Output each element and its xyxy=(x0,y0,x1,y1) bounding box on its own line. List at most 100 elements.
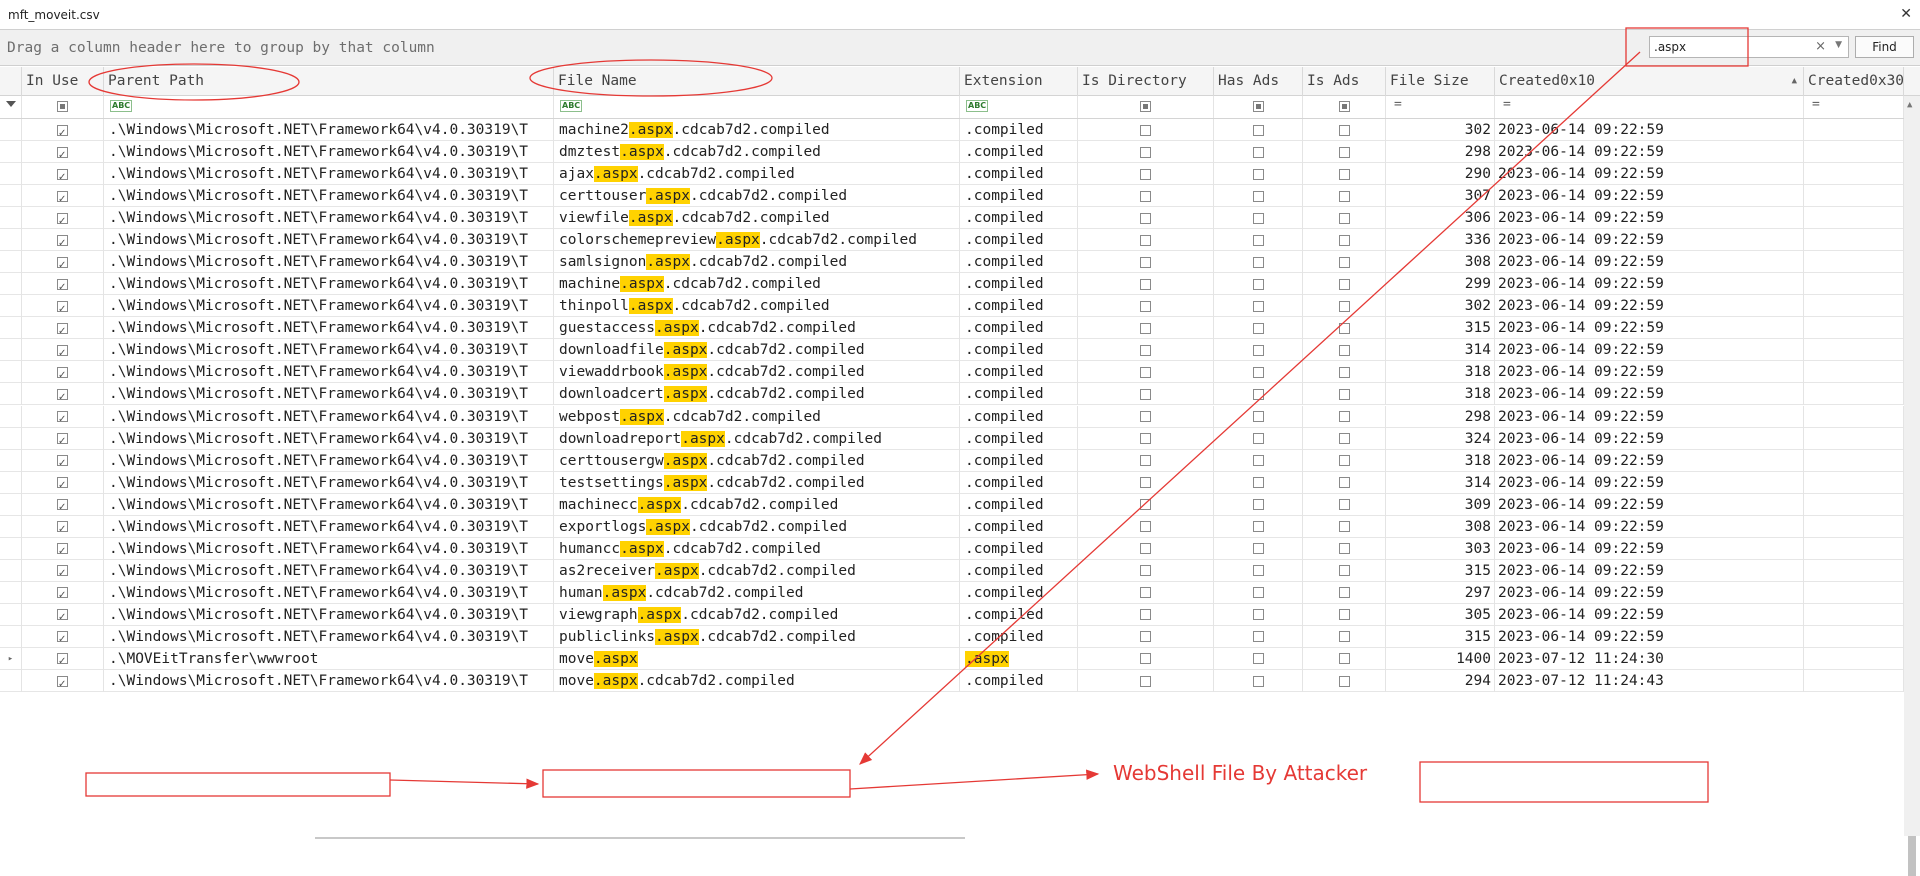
cell-isdir[interactable] xyxy=(1078,449,1214,472)
cell-hasads[interactable] xyxy=(1214,295,1303,318)
cell-isdir[interactable] xyxy=(1078,559,1214,582)
cell-path[interactable]: .\Windows\Microsoft.NET\Framework64\v4.0… xyxy=(104,317,554,340)
hasads-checkbox[interactable] xyxy=(1252,388,1264,400)
cell-created30[interactable] xyxy=(1804,647,1904,670)
filter-checkbox[interactable] xyxy=(1338,101,1350,112)
cell-size[interactable]: 307 xyxy=(1386,185,1495,208)
isdir-checkbox[interactable] xyxy=(1140,124,1151,136)
close-icon[interactable]: ✕ xyxy=(1900,6,1912,22)
cell-size[interactable]: 297 xyxy=(1386,581,1495,604)
isads-checkbox[interactable] xyxy=(1338,212,1350,224)
cell-ext[interactable]: .compiled xyxy=(960,229,1078,252)
cell-isdir[interactable] xyxy=(1078,670,1214,692)
cell-name[interactable]: certtouser.aspx.cdcab7d2.compiled xyxy=(554,185,960,208)
filter-icon[interactable] xyxy=(0,96,22,118)
cell-created30[interactable] xyxy=(1804,207,1904,230)
cell-size[interactable]: 298 xyxy=(1386,405,1495,428)
cell-isdir[interactable] xyxy=(1078,185,1214,208)
cell-created30[interactable] xyxy=(1804,471,1904,494)
cell-size[interactable]: 314 xyxy=(1386,471,1495,494)
filter-cell-has-ads[interactable] xyxy=(1214,96,1303,118)
isads-checkbox[interactable] xyxy=(1338,587,1350,599)
in-use-checkbox[interactable] xyxy=(57,585,68,604)
hasads-checkbox[interactable] xyxy=(1252,168,1264,180)
isads-checkbox[interactable] xyxy=(1338,124,1350,136)
hasads-checkbox[interactable] xyxy=(1252,455,1264,467)
cell-hasads[interactable] xyxy=(1214,515,1303,538)
cell-isdir[interactable] xyxy=(1078,119,1214,141)
cell-hasads[interactable] xyxy=(1214,251,1303,274)
row-indicator[interactable] xyxy=(0,229,22,252)
cell-size[interactable]: 298 xyxy=(1386,141,1495,164)
isads-checkbox[interactable] xyxy=(1338,411,1350,423)
in-use-checkbox[interactable] xyxy=(57,607,68,626)
cell-name[interactable]: viewaddrbook.aspx.cdcab7d2.compiled xyxy=(554,361,960,384)
column-header-created0x10[interactable]: Created0x10 ▲ xyxy=(1495,67,1804,96)
hasads-checkbox[interactable] xyxy=(1252,300,1264,312)
cell-size[interactable]: 290 xyxy=(1386,163,1495,186)
hasads-checkbox[interactable] xyxy=(1252,190,1264,202)
hasads-checkbox[interactable] xyxy=(1252,653,1264,665)
isdir-checkbox[interactable] xyxy=(1140,212,1151,224)
cell-created30[interactable] xyxy=(1804,427,1904,450)
cell-isads[interactable] xyxy=(1303,339,1386,362)
cell-size[interactable]: 315 xyxy=(1386,317,1495,340)
cell-path[interactable]: .\Windows\Microsoft.NET\Framework64\v4.0… xyxy=(104,559,554,582)
isads-checkbox[interactable] xyxy=(1338,278,1350,290)
vertical-scrollbar[interactable]: ▲ xyxy=(1904,96,1920,876)
cell-inuse[interactable] xyxy=(22,383,104,406)
cell-name[interactable]: downloadreport.aspx.cdcab7d2.compiled xyxy=(554,427,960,450)
in-use-checkbox[interactable] xyxy=(57,365,68,383)
cell-hasads[interactable] xyxy=(1214,141,1303,164)
cell-created30[interactable] xyxy=(1804,361,1904,384)
isdir-checkbox[interactable] xyxy=(1140,653,1151,665)
hasads-checkbox[interactable] xyxy=(1252,124,1264,136)
cell-path[interactable]: .\Windows\Microsoft.NET\Framework64\v4.0… xyxy=(104,339,554,362)
cell-path[interactable]: .\Windows\Microsoft.NET\Framework64\v4.0… xyxy=(104,163,554,186)
cell-isdir[interactable] xyxy=(1078,493,1214,516)
scroll-up-icon[interactable]: ▲ xyxy=(1907,100,1912,110)
table-row[interactable]: .\Windows\Microsoft.NET\Framework64\v4.0… xyxy=(0,273,1904,296)
cell-created[interactable]: 2023-06-14 09:22:59 xyxy=(1495,229,1804,252)
cell-created30[interactable] xyxy=(1804,581,1904,604)
table-row[interactable]: .\Windows\Microsoft.NET\Framework64\v4.0… xyxy=(0,493,1904,516)
cell-name[interactable]: downloadfile.aspx.cdcab7d2.compiled xyxy=(554,339,960,362)
cell-hasads[interactable] xyxy=(1214,317,1303,340)
cell-isdir[interactable] xyxy=(1078,625,1214,648)
cell-size[interactable]: 308 xyxy=(1386,251,1495,274)
cell-created[interactable]: 2023-06-14 09:22:59 xyxy=(1495,625,1804,648)
cell-name[interactable]: colorschemepreview.aspx.cdcab7d2.compile… xyxy=(554,229,960,252)
cell-hasads[interactable] xyxy=(1214,229,1303,252)
hasads-checkbox[interactable] xyxy=(1252,411,1264,423)
cell-size[interactable]: 306 xyxy=(1386,207,1495,230)
cell-isads[interactable] xyxy=(1303,361,1386,384)
cell-hasads[interactable] xyxy=(1214,449,1303,472)
isdir-checkbox[interactable] xyxy=(1140,499,1151,511)
filter-cell-created0x30[interactable]: = xyxy=(1804,96,1904,118)
cell-created30[interactable] xyxy=(1804,405,1904,428)
cell-isads[interactable] xyxy=(1303,471,1386,494)
cell-size[interactable]: 336 xyxy=(1386,229,1495,252)
in-use-checkbox[interactable] xyxy=(57,387,68,405)
cell-hasads[interactable] xyxy=(1214,670,1303,692)
cell-created[interactable]: 2023-06-14 09:22:59 xyxy=(1495,251,1804,274)
row-indicator[interactable] xyxy=(0,493,22,516)
cell-hasads[interactable] xyxy=(1214,647,1303,670)
cell-inuse[interactable] xyxy=(22,537,104,560)
cell-ext[interactable]: .compiled xyxy=(960,295,1078,318)
row-indicator[interactable] xyxy=(0,581,22,604)
isads-checkbox[interactable] xyxy=(1338,609,1350,621)
isdir-checkbox[interactable] xyxy=(1140,565,1151,577)
cell-isads[interactable] xyxy=(1303,647,1386,670)
hasads-checkbox[interactable] xyxy=(1252,675,1264,687)
hasads-checkbox[interactable] xyxy=(1252,543,1264,555)
cell-inuse[interactable] xyxy=(22,141,104,164)
cell-created[interactable]: 2023-06-14 09:22:59 xyxy=(1495,295,1804,318)
cell-name[interactable]: guestaccess.aspx.cdcab7d2.compiled xyxy=(554,317,960,340)
in-use-checkbox[interactable] xyxy=(57,475,68,494)
cell-path[interactable]: .\Windows\Microsoft.NET\Framework64\v4.0… xyxy=(104,207,554,230)
cell-created[interactable]: 2023-06-14 09:22:59 xyxy=(1495,559,1804,582)
cell-path[interactable]: .\MOVEitTransfer\wwwroot xyxy=(104,647,554,670)
cell-ext[interactable]: .compiled xyxy=(960,251,1078,274)
cell-path[interactable]: .\Windows\Microsoft.NET\Framework64\v4.0… xyxy=(104,603,554,626)
